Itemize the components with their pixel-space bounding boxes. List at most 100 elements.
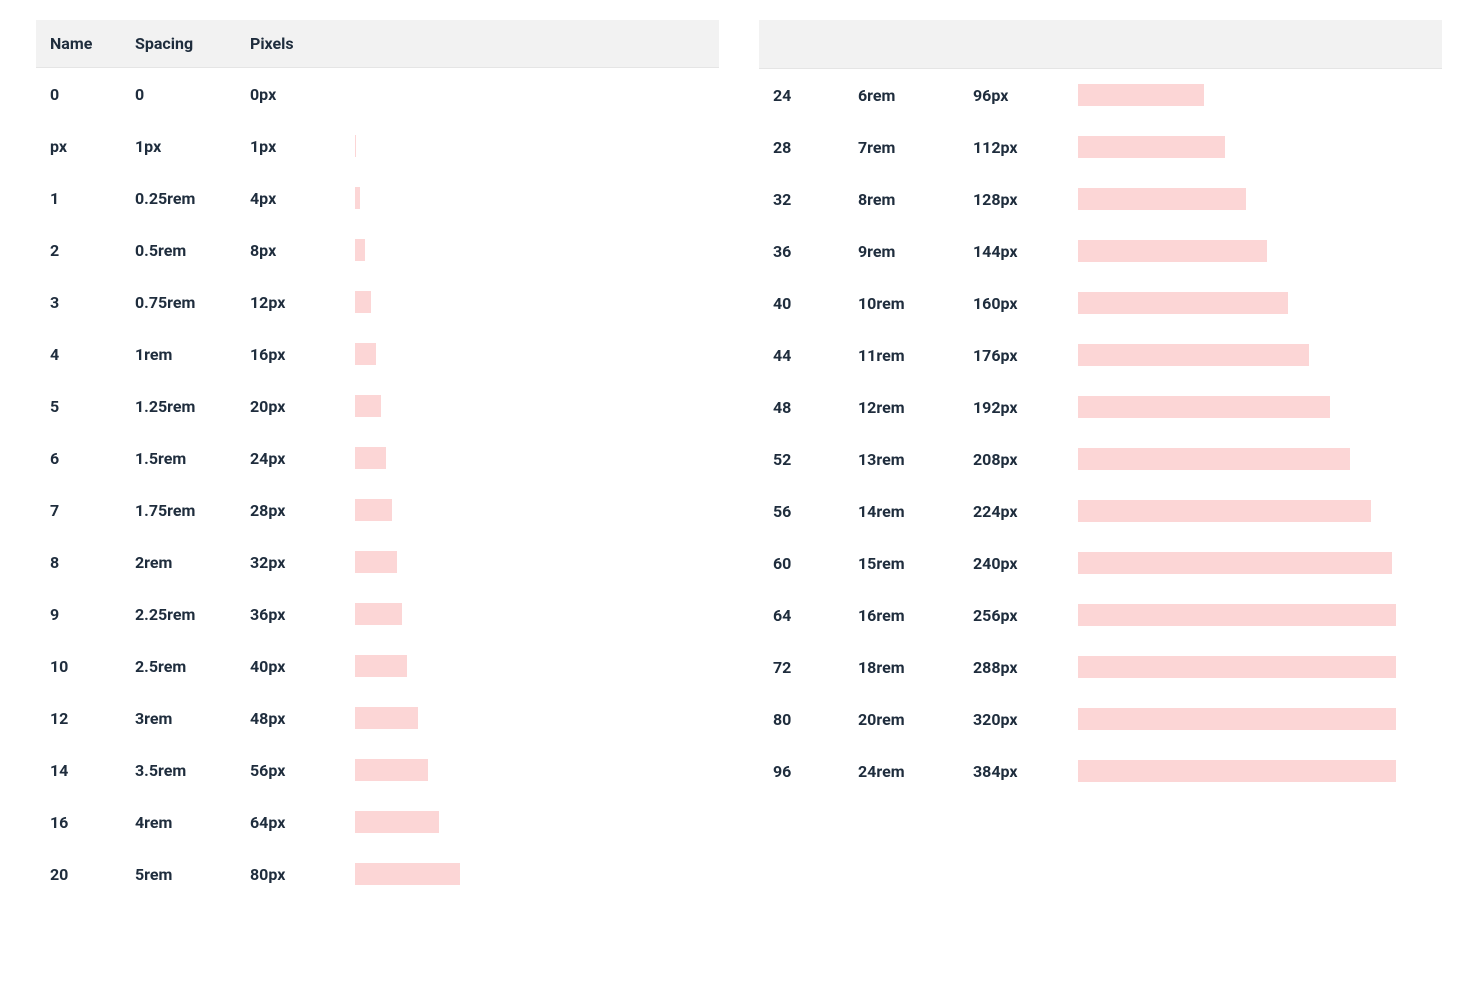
- cell-pixels: 40px: [250, 657, 355, 676]
- cell-pixels: 64px: [250, 813, 355, 832]
- cell-bar: [1078, 760, 1428, 782]
- cell-name: 48: [773, 398, 858, 417]
- cell-bar: [1078, 396, 1428, 418]
- cell-name: 2: [50, 241, 135, 260]
- table-row: 51.25rem20px: [36, 380, 719, 432]
- cell-bar: [355, 395, 705, 417]
- cell-name: 56: [773, 502, 858, 521]
- cell-spacing: 0.25rem: [135, 189, 250, 208]
- spacing-bar: [1078, 136, 1225, 158]
- cell-bar: [1078, 344, 1428, 366]
- cell-pixels: 28px: [250, 501, 355, 520]
- spacing-bar: [355, 239, 365, 261]
- cell-pixels: 96px: [973, 86, 1078, 105]
- spacing-bar: [355, 499, 392, 521]
- spacing-bar: [355, 343, 376, 365]
- table-row: 71.75rem28px: [36, 484, 719, 536]
- cell-bar: [1078, 708, 1428, 730]
- table-row: 82rem32px: [36, 536, 719, 588]
- table-row: 8020rem320px: [759, 693, 1442, 745]
- spacing-bar: [1078, 396, 1330, 418]
- cell-bar: [1078, 500, 1428, 522]
- spacing-bar: [355, 655, 407, 677]
- spacing-bar: [355, 759, 428, 781]
- table-row: 5213rem208px: [759, 433, 1442, 485]
- cell-name: 36: [773, 242, 858, 261]
- cell-spacing: 6rem: [858, 86, 973, 105]
- cell-name: 4: [50, 345, 135, 364]
- cell-pixels: 256px: [973, 606, 1078, 625]
- cell-bar: [355, 447, 705, 469]
- spacing-bar: [1078, 240, 1267, 262]
- cell-bar: [1078, 604, 1428, 626]
- cell-pixels: 16px: [250, 345, 355, 364]
- cell-pixels: 176px: [973, 346, 1078, 365]
- cell-name: px: [50, 137, 135, 156]
- cell-bar: [355, 759, 705, 781]
- header-pixels: Pixels: [250, 34, 355, 53]
- spacing-bar: [1078, 656, 1396, 678]
- cell-pixels: 1px: [250, 137, 355, 156]
- cell-pixels: 4px: [250, 189, 355, 208]
- table-row: px1px1px: [36, 120, 719, 172]
- spacing-bar: [355, 551, 397, 573]
- cell-bar: [1078, 188, 1428, 210]
- cell-name: 14: [50, 761, 135, 780]
- cell-pixels: 144px: [973, 242, 1078, 261]
- spacing-bar: [355, 135, 356, 157]
- cell-spacing: 9rem: [858, 242, 973, 261]
- cell-name: 64: [773, 606, 858, 625]
- cell-spacing: 1.75rem: [135, 501, 250, 520]
- table-row: 328rem128px: [759, 173, 1442, 225]
- spacing-bar: [1078, 708, 1396, 730]
- cell-name: 20: [50, 865, 135, 884]
- cell-spacing: 7rem: [858, 138, 973, 157]
- table-row: 164rem64px: [36, 796, 719, 848]
- cell-pixels: 8px: [250, 241, 355, 260]
- cell-pixels: 320px: [973, 710, 1078, 729]
- cell-bar: [1078, 292, 1428, 314]
- cell-pixels: 112px: [973, 138, 1078, 157]
- cell-name: 44: [773, 346, 858, 365]
- cell-name: 0: [50, 85, 135, 104]
- spacing-bar: [355, 187, 360, 209]
- cell-name: 1: [50, 189, 135, 208]
- cell-name: 5: [50, 397, 135, 416]
- cell-bar: [1078, 240, 1428, 262]
- cell-pixels: 12px: [250, 293, 355, 312]
- table-row: 92.25rem36px: [36, 588, 719, 640]
- cell-bar: [355, 707, 705, 729]
- table-row: 000px: [36, 68, 719, 120]
- table-row: 102.5rem40px: [36, 640, 719, 692]
- spacing-bar: [1078, 84, 1204, 106]
- cell-bar: [1078, 656, 1428, 678]
- table-row: 5614rem224px: [759, 485, 1442, 537]
- spacing-bar: [355, 811, 439, 833]
- spacing-table-left-column: Name Spacing Pixels 000pxpx1px1px10.25re…: [36, 20, 719, 900]
- table-row: 61.5rem24px: [36, 432, 719, 484]
- spacing-bar: [1078, 448, 1350, 470]
- cell-spacing: 10rem: [858, 294, 973, 313]
- cell-pixels: 32px: [250, 553, 355, 572]
- table-row: 4411rem176px: [759, 329, 1442, 381]
- header-name: Name: [50, 34, 135, 53]
- spacing-bar: [355, 395, 381, 417]
- cell-spacing: 11rem: [858, 346, 973, 365]
- table-row: 4010rem160px: [759, 277, 1442, 329]
- cell-bar: [355, 811, 705, 833]
- cell-pixels: 80px: [250, 865, 355, 884]
- cell-spacing: 1.25rem: [135, 397, 250, 416]
- cell-pixels: 288px: [973, 658, 1078, 677]
- cell-bar: [355, 499, 705, 521]
- cell-spacing: 16rem: [858, 606, 973, 625]
- cell-bar: [355, 291, 705, 313]
- cell-spacing: 2.25rem: [135, 605, 250, 624]
- cell-pixels: 20px: [250, 397, 355, 416]
- cell-spacing: 12rem: [858, 398, 973, 417]
- cell-bar: [1078, 552, 1428, 574]
- cell-spacing: 1px: [135, 137, 250, 156]
- table-row: 143.5rem56px: [36, 744, 719, 796]
- cell-spacing: 3rem: [135, 709, 250, 728]
- cell-bar: [355, 551, 705, 573]
- cell-spacing: 5rem: [135, 865, 250, 884]
